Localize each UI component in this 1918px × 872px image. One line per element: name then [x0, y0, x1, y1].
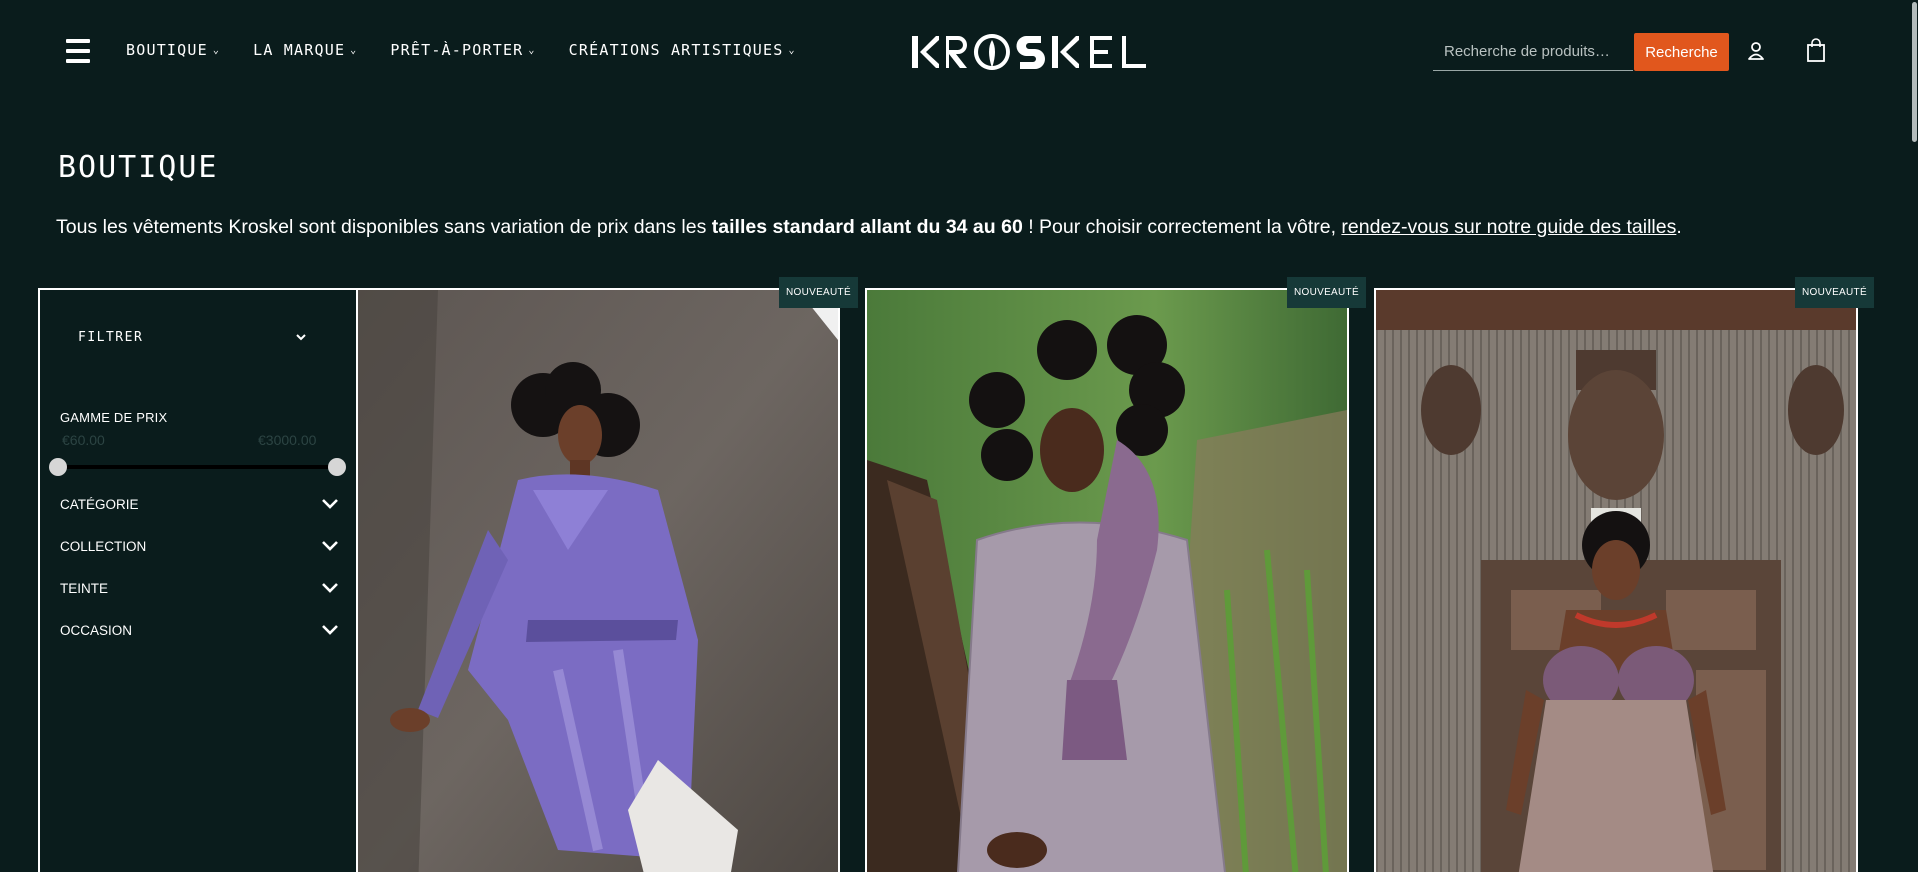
chevron-down-icon: ⌄ [528, 44, 536, 56]
chevron-down-icon: ⌄ [212, 44, 221, 56]
price-max-value: €3000.00 [258, 432, 317, 448]
chevron-down-icon: ⌄ [350, 44, 358, 56]
search-button[interactable]: Recherche [1634, 33, 1729, 71]
product-image [1376, 290, 1856, 872]
nav-item-label: CRÉATIONS ARTISTIQUES [568, 41, 784, 59]
intro-text: Tous les vêtements Kroskel sont disponib… [56, 216, 1876, 239]
chevron-down-icon: ⌄ [788, 44, 796, 56]
facet-occasion[interactable]: OCCASION [60, 620, 338, 640]
facet-collection[interactable]: COLLECTION [60, 536, 338, 556]
price-min-value: €60.00 [62, 432, 105, 448]
filter-sidebar: FILTRER GAMME DE PRIX €60.00 €3000.00 CA… [38, 288, 358, 872]
new-badge: NOUVEAUTÉ [1795, 277, 1874, 308]
nav-item-label: BOUTIQUE [126, 41, 208, 59]
facet-label: COLLECTION [60, 538, 147, 554]
nav-item-la-marque[interactable]: LA MARQUE ⌄ [253, 41, 357, 59]
chevron-down-icon [322, 541, 338, 551]
nav-item-pret-a-porter[interactable]: PRÊT-À-PORTER ⌄ [390, 41, 535, 59]
hamburger-menu-icon[interactable] [66, 39, 90, 63]
filter-toggle-label: FILTRER [78, 329, 144, 345]
product-image [867, 290, 1347, 872]
site-header: BOUTIQUE ⌄ LA MARQUE ⌄ PRÊT-À-PORTER ⌄ C… [0, 0, 1918, 104]
product-card[interactable] [865, 288, 1349, 872]
new-badge: NOUVEAUTÉ [1287, 277, 1366, 308]
nav-item-label: PRÊT-À-PORTER [390, 41, 524, 59]
nav-item-label: LA MARQUE [253, 41, 346, 59]
product-card[interactable] [1374, 288, 1858, 872]
price-slider-min-handle[interactable] [49, 458, 67, 476]
facet-label: OCCASION [60, 622, 133, 638]
price-slider-max-handle[interactable] [328, 458, 346, 476]
intro-text-bold: tailles standard allant du 34 au 60 [711, 216, 1023, 238]
price-range-label: GAMME DE PRIX [60, 410, 168, 425]
chevron-down-icon [322, 625, 338, 635]
size-guide-link[interactable]: rendez-vous sur notre guide des tailles [1341, 216, 1676, 238]
search-input[interactable] [1433, 33, 1633, 71]
main-nav: BOUTIQUE ⌄ LA MARQUE ⌄ PRÊT-À-PORTER ⌄ C… [126, 41, 796, 59]
product-card[interactable] [356, 288, 840, 872]
facet-teinte[interactable]: TEINTE [60, 578, 338, 598]
kroskel-logo[interactable] [912, 32, 1146, 72]
user-icon[interactable] [1746, 41, 1766, 61]
intro-text-end: . [1676, 216, 1682, 238]
new-badge: NOUVEAUTÉ [779, 277, 858, 308]
price-slider-track[interactable] [58, 465, 338, 469]
page-title: BOUTIQUE [58, 150, 219, 185]
page-scrollbar-thumb[interactable] [1912, 2, 1917, 142]
intro-text-part: ! Pour choisir correctement la vôtre, [1022, 216, 1342, 238]
facet-label: CATÉGORIE [60, 496, 139, 512]
facet-label: TEINTE [60, 580, 109, 596]
product-image [358, 290, 838, 872]
chevron-down-icon [322, 499, 338, 509]
filter-toggle[interactable]: FILTRER [78, 327, 306, 347]
nav-item-boutique[interactable]: BOUTIQUE ⌄ [126, 41, 220, 59]
facet-categorie[interactable]: CATÉGORIE [60, 494, 338, 514]
intro-text-part: Tous les vêtements Kroskel sont disponib… [56, 216, 712, 238]
nav-item-creations-artistiques[interactable]: CRÉATIONS ARTISTIQUES ⌄ [569, 41, 796, 59]
shopping-bag-icon[interactable] [1806, 38, 1826, 62]
chevron-down-icon [296, 334, 306, 341]
chevron-down-icon [322, 583, 338, 593]
